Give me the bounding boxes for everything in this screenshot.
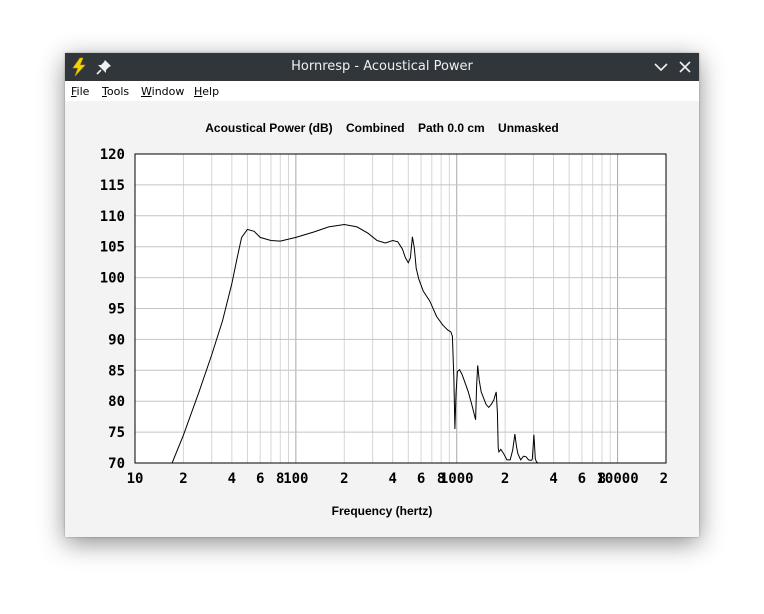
menu-help-label: elp [202,85,220,98]
x-tick-label: 4 [549,471,557,487]
y-tick-label: 115 [100,178,125,194]
x-tick-label: 2 [179,471,187,487]
menu-file-label: ile [76,85,90,98]
menu-tools-label: ools [106,85,130,98]
window-title: Hornresp - Acoustical Power [291,59,473,74]
y-tick-label: 120 [100,147,125,163]
menu-file[interactable]: File [71,85,89,98]
close-icon[interactable] [675,57,695,77]
title-bar[interactable]: Hornresp - Acoustical Power [65,53,699,81]
y-tick-label: 95 [108,302,125,318]
menu-window-label: indow [151,85,185,98]
menu-window[interactable]: Window [141,85,184,98]
chart-area: Acoustical Power (dB) Combined Path 0.0 … [65,101,699,537]
menu-bar: File Tools Window Help [65,81,699,101]
y-tick-label: 105 [100,240,125,256]
x-tick-label: 10 [127,471,144,487]
app-window: Hornresp - Acoustical Power File Tools W… [65,53,699,537]
frequency-response-chart: 12011511010510095908580757010 2 4 6 8100 2 4 6 8… [100,147,668,487]
y-tick-label: 100 [100,271,125,287]
x-tick-label: 1000 [440,471,474,487]
x-tick-label: 6 [417,471,425,487]
x-tick-label: 4 [228,471,236,487]
x-tick-label: 6 [256,471,264,487]
x-tick-label: 4 [388,471,396,487]
x-tick-label: 2 [660,471,668,487]
y-tick-label: 75 [108,425,125,441]
y-tick-label: 80 [108,394,125,410]
x-tick-label: 2 [501,471,509,487]
y-tick-label: 110 [100,209,125,225]
menu-window-mnemonic: W [141,85,152,98]
menu-help[interactable]: Help [194,85,219,98]
x-tick-label: 10000 [596,471,638,487]
x-axis-label: Frequency (hertz) [331,504,433,518]
y-tick-label: 85 [108,363,125,379]
y-tick-label: 70 [108,456,125,472]
chevron-down-icon[interactable] [651,57,671,77]
menu-tools[interactable]: Tools [102,85,129,98]
y-tick-label: 90 [108,332,125,348]
x-tick-label: 6 [578,471,586,487]
x-tick-label: 100 [283,471,308,487]
x-tick-label: 2 [340,471,348,487]
